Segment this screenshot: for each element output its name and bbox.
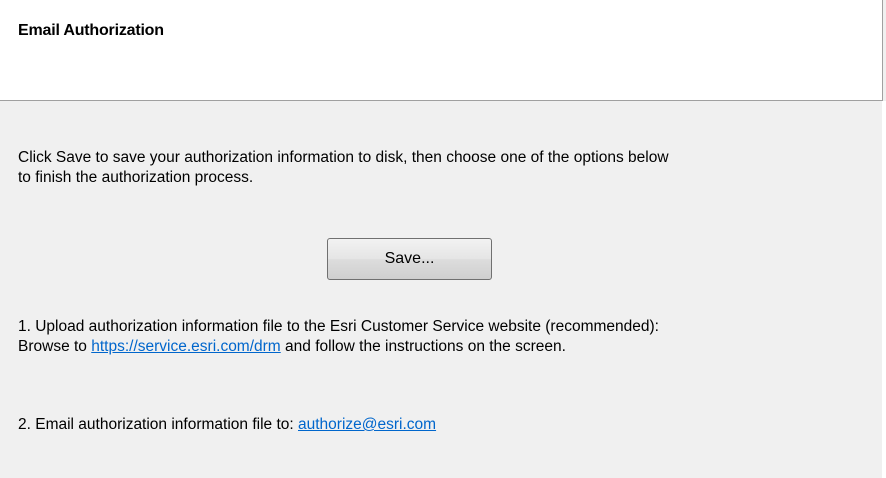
email-authorization-dialog: Email Authorization Click Save to save y… [0,0,886,478]
option-upload-prefix: Browse to [18,338,92,355]
option-email-prefix: 2. Email authorization information file … [18,416,298,433]
option-upload: 1. Upload authorization information file… [18,317,659,357]
service-website-link[interactable]: https://service.esri.com/drm [91,338,281,355]
content-panel: Click Save to save your authorization in… [0,101,882,478]
intro-line-1: Click Save to save your authorization in… [18,149,669,166]
authorize-email-link[interactable]: authorize@esri.com [298,416,436,433]
option-upload-line-1: 1. Upload authorization information file… [18,318,659,335]
header-panel: Email Authorization [0,0,883,101]
intro-text: Click Save to save your authorization in… [18,148,669,188]
option-upload-suffix: and follow the instructions on the scree… [280,338,566,355]
right-edge [882,101,886,478]
save-button[interactable]: Save... [327,238,492,280]
option-upload-line-2: Browse to https://service.esri.com/drm a… [18,337,659,357]
intro-line-2: to finish the authorization process. [18,169,254,186]
page-title: Email Authorization [18,22,164,39]
option-email: 2. Email authorization information file … [18,415,436,435]
